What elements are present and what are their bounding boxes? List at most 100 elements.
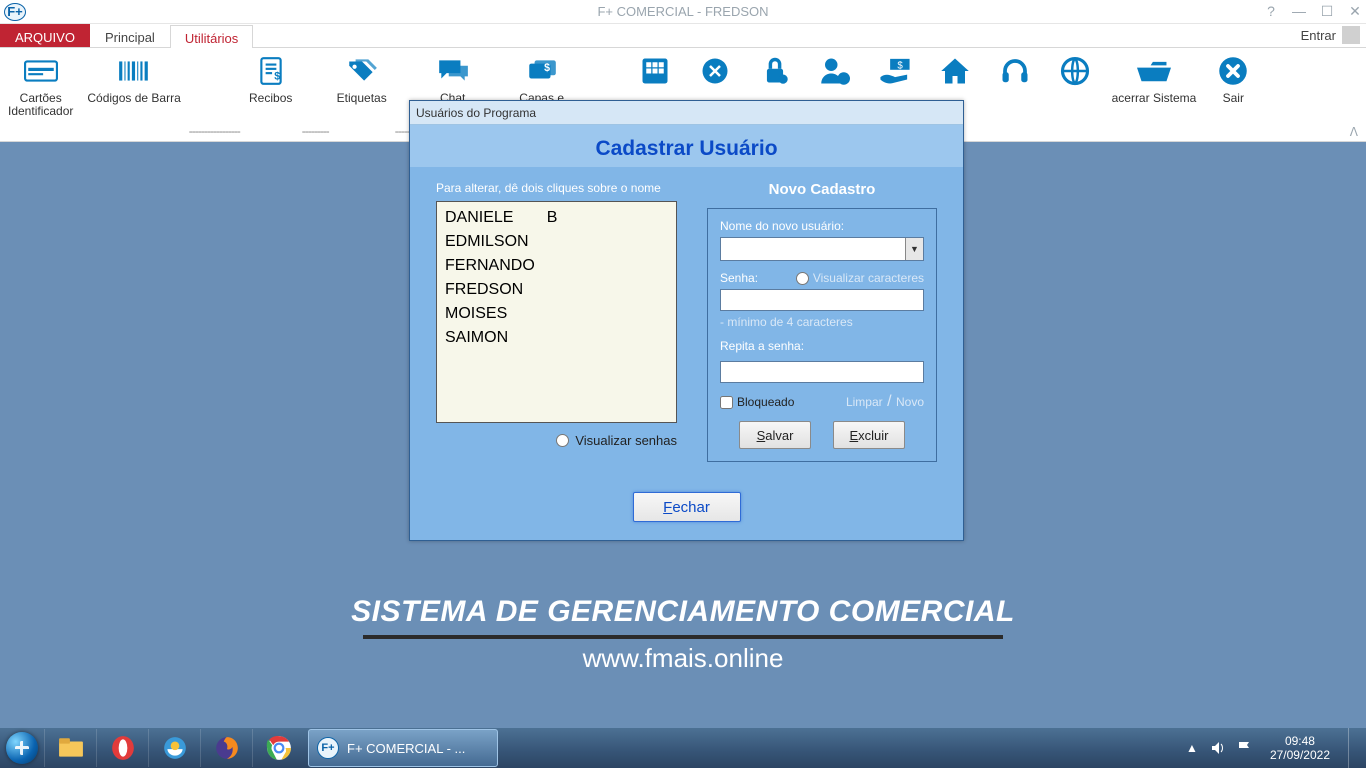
calc-icon xyxy=(635,54,675,88)
ribbon-chat[interactable]: Chat xyxy=(430,54,476,105)
help-icon[interactable]: ? xyxy=(1262,2,1280,20)
dialog-heading: Cadastrar Usuário xyxy=(410,125,963,167)
nome-combo[interactable]: ▼ xyxy=(720,237,924,261)
tab-utilitarios[interactable]: Utilitários xyxy=(170,25,253,48)
taskbar: F+ F+ COMERCIAL - ... ▲ 09:48 27/09/2022 xyxy=(0,728,1366,768)
chat-icon xyxy=(433,54,473,88)
svg-text:$: $ xyxy=(897,61,903,72)
svg-text:$: $ xyxy=(544,62,550,74)
list-item[interactable]: SAIMON xyxy=(445,326,535,350)
ribbon-separator: ----------------- xyxy=(189,54,240,138)
enter-label: Entrar xyxy=(1301,28,1336,43)
novo-cadastro-title: Novo Cadastro xyxy=(707,181,937,198)
tray-time: 09:48 xyxy=(1270,734,1330,748)
taskbar-explorer[interactable] xyxy=(44,729,96,767)
tray-chevron-icon[interactable]: ▲ xyxy=(1184,740,1200,756)
maximize-icon[interactable]: ☐ xyxy=(1318,2,1336,20)
windows-orb-icon xyxy=(6,732,38,764)
workarea: SISTEMA DE GERENCIAMENTO COMERCIAL www.f… xyxy=(0,142,1366,728)
tray-flag-icon[interactable] xyxy=(1236,740,1252,756)
app-titlebar: F+ F+ COMERCIAL - FREDSON ? — ☐ ✕ xyxy=(0,0,1366,24)
app-logo-icon: F+ xyxy=(4,3,26,21)
lock-icon xyxy=(755,54,795,88)
ribbon-hidden-1[interactable] xyxy=(632,54,678,88)
folder-open-icon xyxy=(1134,54,1174,88)
list-item[interactable]: EDMILSON xyxy=(445,230,535,254)
senha-hint: - mínimo de 4 caracteres xyxy=(720,315,924,329)
repita-label: Repita a senha: xyxy=(720,339,924,353)
list-item[interactable]: FREDSON xyxy=(445,278,535,302)
ribbon-user-area[interactable]: Entrar xyxy=(1301,26,1360,44)
ribbon-sair[interactable]: Sair xyxy=(1210,54,1256,105)
user-list[interactable]: DANIELE EDMILSON FERNANDO FREDSON MOISES… xyxy=(436,201,677,423)
taskbar-app-fcomercial[interactable]: F+ F+ COMERCIAL - ... xyxy=(308,729,498,767)
visualizar-senhas-radio[interactable] xyxy=(556,434,569,447)
ribbon-separator: --------- xyxy=(302,54,329,138)
senha-label: Senha: xyxy=(720,271,758,285)
fechar-button[interactable]: Fechar xyxy=(633,492,741,522)
globe-icon xyxy=(1055,54,1095,88)
ribbon-collapse-icon[interactable]: ᐱ xyxy=(1350,125,1358,139)
ribbon-cartoes[interactable]: CartõesIdentificador xyxy=(8,54,73,118)
ribbon-tabs: ARQUIVO Principal Utilitários Entrar xyxy=(0,24,1366,48)
close-circle-icon xyxy=(1213,54,1253,88)
tray-clock[interactable]: 09:48 27/09/2022 xyxy=(1262,734,1338,762)
limpar-link[interactable]: Limpar xyxy=(846,395,883,409)
barcode-icon xyxy=(114,54,154,88)
ribbon-codigos-barra[interactable]: Códigos de Barra xyxy=(87,54,180,105)
svg-text:$: $ xyxy=(274,71,280,83)
form-box: Nome do novo usuário: ▼ Senha: Visualiza… xyxy=(707,208,937,462)
minimize-icon[interactable]: — xyxy=(1290,2,1308,20)
bloqueado-checkbox[interactable] xyxy=(720,396,733,409)
taskbar-ie[interactable] xyxy=(148,729,200,767)
tab-principal[interactable]: Principal xyxy=(90,24,170,47)
taskbar-opera[interactable] xyxy=(96,729,148,767)
ribbon-hidden-4[interactable] xyxy=(812,54,858,88)
brand-divider xyxy=(363,635,1003,639)
ribbon-hidden-3[interactable] xyxy=(752,54,798,88)
visualizar-caracteres-radio[interactable] xyxy=(796,272,809,285)
dialog-titlebar-text: Usuários do Programa xyxy=(416,106,536,120)
user-placeholder-icon xyxy=(1342,26,1360,44)
show-desktop-button[interactable] xyxy=(1348,728,1362,768)
ribbon-hidden-2[interactable] xyxy=(692,54,738,88)
ribbon-recibos[interactable]: $ Recibos xyxy=(248,54,294,105)
salvar-button[interactable]: Salvar xyxy=(739,421,811,449)
visualizar-caracteres-option[interactable]: Visualizar caracteres xyxy=(796,271,924,285)
ribbon-hidden-5[interactable]: $ xyxy=(872,54,918,88)
system-tray: ▲ 09:48 27/09/2022 xyxy=(1180,728,1366,768)
ribbon-hidden-7[interactable] xyxy=(992,54,1038,88)
left-hint: Para alterar, dê dois cliques sobre o no… xyxy=(436,181,677,195)
visualizar-senhas-option[interactable]: Visualizar senhas xyxy=(436,433,677,448)
close-icon[interactable]: ✕ xyxy=(1346,2,1364,20)
ribbon-etiquetas[interactable]: Etiquetas xyxy=(337,54,387,105)
tab-arquivo[interactable]: ARQUIVO xyxy=(0,24,90,47)
bloqueado-option[interactable]: Bloqueado xyxy=(720,395,794,409)
ribbon-hidden-8[interactable] xyxy=(1052,54,1098,88)
user-lock-icon xyxy=(815,54,855,88)
app-title: F+ COMERCIAL - FREDSON xyxy=(0,4,1366,19)
novo-link[interactable]: Novo xyxy=(896,395,924,409)
money-hand-icon: $ xyxy=(875,54,915,88)
dialog-titlebar[interactable]: Usuários do Programa xyxy=(410,101,963,125)
nome-input[interactable] xyxy=(721,238,905,260)
combo-dropdown-icon[interactable]: ▼ xyxy=(905,238,923,260)
brand-url: www.fmais.online xyxy=(0,643,1366,674)
list-item[interactable]: FERNANDO xyxy=(445,254,535,278)
ribbon-hidden-6[interactable] xyxy=(932,54,978,88)
app-small-logo-icon: F+ xyxy=(317,737,339,759)
senha-input[interactable] xyxy=(720,289,924,311)
brand-title: SISTEMA DE GERENCIAMENTO COMERCIAL xyxy=(0,595,1366,629)
taskbar-chrome[interactable] xyxy=(252,729,304,767)
list-item[interactable]: DANIELE xyxy=(445,206,535,230)
taskbar-app-label: F+ COMERCIAL - ... xyxy=(347,741,465,756)
start-button[interactable] xyxy=(0,728,44,768)
taskbar-firefox[interactable] xyxy=(200,729,252,767)
id-card-icon xyxy=(21,54,61,88)
list-item[interactable]: MOISES xyxy=(445,302,535,326)
ribbon-encerrar[interactable]: acerrar Sistema xyxy=(1112,54,1197,105)
tray-volume-icon[interactable] xyxy=(1210,740,1226,756)
cards-icon: $ xyxy=(522,54,562,88)
excluir-button[interactable]: Excluir xyxy=(833,421,905,449)
repita-senha-input[interactable] xyxy=(720,361,924,383)
